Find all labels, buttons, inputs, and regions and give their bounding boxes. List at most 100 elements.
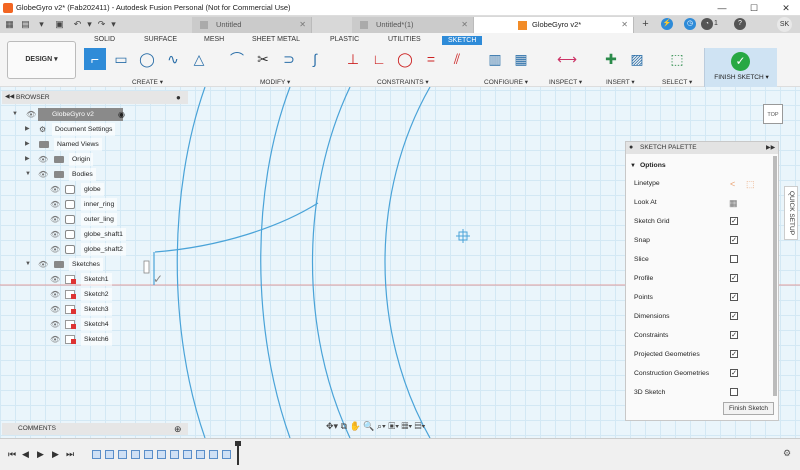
- options-section[interactable]: ▼ Options: [630, 159, 666, 173]
- insert-icon[interactable]: ✚: [600, 48, 622, 70]
- close-window-icon[interactable]: ✕: [777, 2, 795, 14]
- zoom-icon[interactable]: 🔍: [363, 421, 374, 431]
- view-cube[interactable]: TOP: [763, 104, 783, 124]
- close-tab-icon[interactable]: ✕: [461, 17, 468, 33]
- insert-menu[interactable]: INSERT ▾: [606, 78, 635, 86]
- browser-item-origin[interactable]: ▶ 👁 Origin: [2, 153, 102, 166]
- slice-checkbox[interactable]: [730, 255, 738, 263]
- browser-menu-icon[interactable]: ●: [176, 91, 181, 104]
- configure-menu[interactable]: CONFIGURE ▾: [484, 78, 528, 86]
- visibility-icon[interactable]: 👁: [50, 303, 60, 316]
- configure-table-icon[interactable]: ▦: [510, 48, 532, 70]
- finish-sketch-button[interactable]: ✓ FINISH SKETCH ▾: [704, 48, 777, 87]
- visibility-icon[interactable]: 👁: [50, 213, 60, 226]
- collapse-icon[interactable]: ◀◀: [5, 91, 14, 104]
- projected-geometries-checkbox[interactable]: ✓: [730, 350, 738, 358]
- timeline-feature[interactable]: [92, 450, 101, 459]
- zoom-window-icon[interactable]: ⌕: [377, 421, 382, 431]
- tab-plastic[interactable]: PLASTIC: [330, 36, 359, 43]
- activate-icon[interactable]: ◉: [118, 108, 125, 121]
- timeline-feature[interactable]: [105, 450, 114, 459]
- browser-sketch-item[interactable]: 👁 Sketch3: [2, 303, 117, 316]
- dimensions-checkbox[interactable]: ✓: [730, 312, 738, 320]
- job-status-icon[interactable]: ◷: [684, 18, 696, 30]
- browser-body-item[interactable]: 👁 globe: [2, 183, 107, 196]
- browser-root[interactable]: ▼ 👁 GlobeGyro v2 ◉: [2, 108, 132, 121]
- line-tool-icon[interactable]: ⌐: [84, 48, 106, 70]
- visibility-icon[interactable]: 👁: [50, 318, 60, 331]
- inspect-menu[interactable]: INSPECT ▾: [549, 78, 582, 86]
- timeline-feature[interactable]: [118, 450, 127, 459]
- palette-pin-icon[interactable]: ●: [629, 142, 633, 154]
- browser-body-item[interactable]: 👁 globe_shaft1: [2, 228, 132, 241]
- close-tab-icon[interactable]: ✕: [621, 17, 628, 33]
- step-forward-icon[interactable]: ▶: [52, 449, 59, 460]
- timeline-feature[interactable]: [222, 450, 231, 459]
- visibility-icon[interactable]: 👁: [50, 273, 60, 286]
- timeline-feature[interactable]: [196, 450, 205, 459]
- tab-mesh[interactable]: MESH: [204, 36, 224, 43]
- go-to-end-icon[interactable]: ⏭: [66, 449, 74, 460]
- tab-sketch[interactable]: SKETCH: [442, 36, 483, 45]
- workspace-switcher[interactable]: DESIGN ▾: [7, 41, 76, 79]
- create-menu[interactable]: CREATE ▾: [132, 78, 163, 86]
- constraints-checkbox[interactable]: ✓: [730, 331, 738, 339]
- help-icon[interactable]: ?: [734, 18, 746, 30]
- browser-item-named-views[interactable]: ▶ Named Views: [2, 138, 112, 151]
- tab-untitled-1[interactable]: Untitled*(1) ✕: [352, 17, 474, 33]
- modify-spline-icon[interactable]: ∫: [304, 48, 326, 70]
- timeline-marker[interactable]: [237, 443, 239, 465]
- snap-checkbox[interactable]: ✓: [730, 236, 738, 244]
- notification-icon[interactable]: ◔: [701, 18, 713, 30]
- sketch-grid-checkbox[interactable]: ✓: [730, 217, 738, 225]
- perpendicular-icon[interactable]: ∟: [368, 48, 390, 70]
- timeline-feature[interactable]: [209, 450, 218, 459]
- pan-icon[interactable]: ✋: [350, 421, 361, 431]
- grid-settings-icon[interactable]: ▦: [401, 421, 408, 431]
- insert-image-icon[interactable]: ▨: [626, 48, 648, 70]
- fillet-tool-icon[interactable]: ⌒: [226, 48, 248, 70]
- trim-tool-icon[interactable]: ✂: [252, 48, 274, 70]
- visibility-icon[interactable]: 👁: [50, 228, 60, 241]
- visibility-icon[interactable]: 👁: [50, 333, 60, 346]
- viewports-icon[interactable]: ▤: [415, 421, 422, 431]
- close-tab-icon[interactable]: ✕: [299, 17, 306, 33]
- display-settings-icon[interactable]: ▣: [388, 421, 395, 431]
- dropdown-icon[interactable]: ▾: [36, 19, 47, 30]
- timeline-marker-head[interactable]: [235, 441, 241, 446]
- browser-body-item[interactable]: 👁 outer_ling: [2, 213, 122, 226]
- construction-linetype-icon[interactable]: ⬚: [746, 177, 755, 191]
- tab-globegyro-v2[interactable]: GlobeGyro v2* ✕: [474, 17, 634, 33]
- measure-icon[interactable]: ⟷: [556, 48, 578, 70]
- palette-header[interactable]: ● SKETCH PALETTE ▶▶: [626, 142, 778, 154]
- step-back-icon[interactable]: ◀: [22, 449, 29, 460]
- visibility-icon[interactable]: 👁: [50, 243, 60, 256]
- visibility-icon[interactable]: 👁: [50, 183, 60, 196]
- collapse-arrow-icon[interactable]: ▼: [25, 258, 31, 271]
- browser-sketch-item[interactable]: 👁 Sketch1: [2, 273, 117, 286]
- save-icon[interactable]: ▣: [54, 19, 65, 30]
- circle-tool-icon[interactable]: ◯: [136, 48, 158, 70]
- collapse-arrow-icon[interactable]: ▼: [25, 168, 31, 181]
- tab-surface[interactable]: SURFACE: [144, 36, 177, 43]
- palette-expand-icon[interactable]: ▶▶: [766, 142, 775, 154]
- offset-tool-icon[interactable]: ⊃: [278, 48, 300, 70]
- visibility-icon[interactable]: 👁: [38, 258, 48, 271]
- visibility-icon[interactable]: 👁: [50, 288, 60, 301]
- undo-icon[interactable]: ↶: [72, 19, 83, 30]
- profile-checkbox[interactable]: ✓: [730, 274, 738, 282]
- visibility-icon[interactable]: 👁: [38, 168, 48, 181]
- expand-arrow-icon[interactable]: ▶: [25, 153, 30, 166]
- timeline-feature[interactable]: [131, 450, 140, 459]
- extensions-icon[interactable]: ⚡: [661, 18, 673, 30]
- play-icon[interactable]: ▶: [37, 449, 44, 460]
- browser-sketch-item[interactable]: 👁 Sketch4: [2, 318, 117, 331]
- quick-setup-tab[interactable]: QUICK SETUP: [784, 186, 798, 240]
- timeline-feature[interactable]: [170, 450, 179, 459]
- expand-arrow-icon[interactable]: ▶: [25, 123, 30, 136]
- user-avatar[interactable]: SK: [777, 17, 792, 32]
- collapse-arrow-icon[interactable]: ▼: [630, 163, 636, 169]
- tangent-icon[interactable]: ◯: [394, 48, 416, 70]
- timeline-feature[interactable]: [183, 450, 192, 459]
- browser-sketch-item[interactable]: 👁 Sketch6: [2, 333, 117, 346]
